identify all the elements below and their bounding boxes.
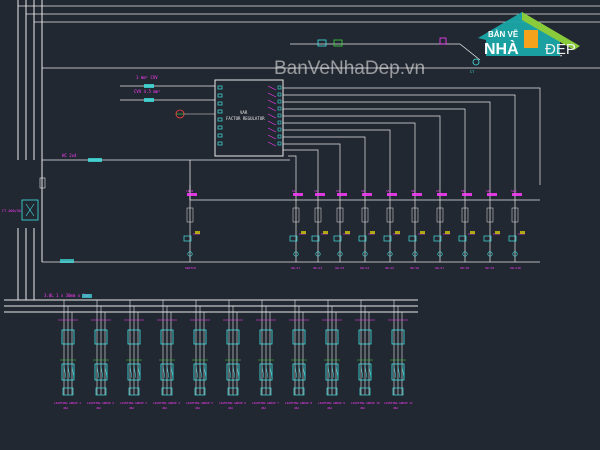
feeder-rating: 40A (294, 406, 299, 410)
feeder-label-1: 1 mm² CVV (136, 75, 158, 80)
feeder-name: LIGHTING GROUP 4 (153, 401, 180, 405)
step-label: S3 (336, 189, 340, 193)
step-bottom-label: SW-S7 (435, 266, 444, 270)
step-label: S10 (511, 189, 517, 193)
step-label: CB-B (186, 189, 193, 193)
feeder-name: LIGHTING GROUP 7 (252, 401, 279, 405)
step-bottom-label: SW-S8 (460, 266, 469, 270)
step-bottom-label: SW-S3 (335, 266, 344, 270)
regulator-label-line2: FACTOR REGULATOR (226, 116, 265, 121)
step-label: S2 (314, 189, 318, 193)
feeder-name: LIGHTING GROUP 5 (186, 401, 213, 405)
step-label: S9 (486, 189, 490, 193)
logo-nha: NHÀ (484, 39, 519, 58)
feeder-name: LIGHTING GROUP 3 (120, 401, 147, 405)
feeder-rating: 40A (393, 406, 398, 410)
feeder-rating: 40A (261, 406, 266, 410)
step-bottom-label: SWITCH (185, 266, 196, 270)
step-bottom-label: SW-S6 (410, 266, 419, 270)
step-label: S1 (292, 189, 296, 193)
feeder-rating: 40A (129, 406, 134, 410)
feeder-rating: 40A (228, 406, 233, 410)
feeder-rating: 40A (63, 406, 68, 410)
left-panel-label: CT 400/5A (2, 209, 22, 213)
step-bottom-label: SW-S1 (291, 266, 300, 270)
feeder-rating: 40A (96, 406, 101, 410)
watermark-text: BanVeNhaDep.vn (274, 58, 425, 79)
feeder-rating: 40A (162, 406, 167, 410)
step-label: S8 (461, 189, 465, 193)
step-label: S5 (386, 189, 390, 193)
step-bottom-label: SW-S9 (485, 266, 494, 270)
feeder-name: LIGHTING GROUP 9 (318, 401, 345, 405)
feeder-rating: 40A (360, 406, 365, 410)
watermark: BanVeNhaDep.vn (274, 58, 425, 79)
step-label: S4 (361, 189, 365, 193)
feeder-label-3: HC 2x4 (62, 153, 77, 158)
feeder-name: LIGHTING GROUP 11 (384, 401, 413, 405)
step-bottom-label: SW-S10 (510, 266, 521, 270)
feeder-rating: 40A (195, 406, 200, 410)
feeder-name: LIGHTING GROUP 2 (87, 401, 114, 405)
feeder-rating: 40A (327, 406, 332, 410)
feeder-label-2: CVV 4.5 mm² (134, 89, 161, 94)
electrical-schematic: CT 1 mm² CVV CVV 4.5 mm² HC 2x4 VAR FACT… (0, 0, 600, 450)
step-bottom-label: SW-S2 (313, 266, 322, 270)
feeder-name: LIGHTING GROUP 10 (351, 401, 380, 405)
logo-dep: ĐẸP (545, 41, 576, 58)
step-label: S7 (436, 189, 440, 193)
logo-line1: BẢN VẼ (488, 30, 519, 39)
step-bottom-label: SW-S4 (360, 266, 369, 270)
step-bottom-label: SW-S5 (385, 266, 394, 270)
regulator-label-line1: VAR (240, 110, 248, 115)
step-label: S6 (411, 189, 415, 193)
feeder-name: LIGHTING GROUP 1 (54, 401, 81, 405)
feeder-name: LIGHTING GROUP 6 (219, 401, 246, 405)
feeder-name: LIGHTING GROUP 8 (285, 401, 312, 405)
